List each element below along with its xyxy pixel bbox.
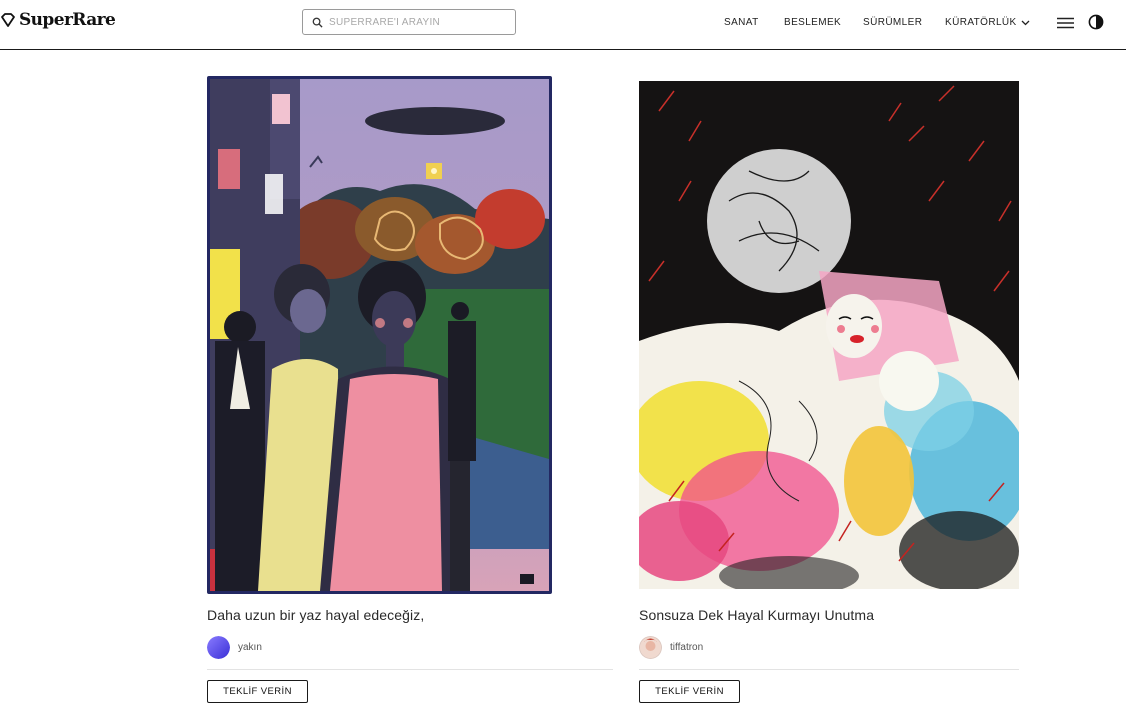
make-offer-button-2[interactable]: TEKLİF VERİN	[639, 680, 740, 703]
logo-text: SuperRare	[19, 10, 116, 30]
search-icon	[312, 17, 323, 28]
nav-feed[interactable]: BESLEMEK	[784, 17, 841, 28]
search-box[interactable]	[302, 9, 516, 35]
superrare-logo[interactable]: SuperRare	[0, 10, 116, 30]
nav-curation[interactable]: KÜRATÖRLÜK	[945, 17, 1030, 28]
card-divider-1	[207, 669, 613, 670]
theme-toggle-button[interactable]	[1088, 14, 1104, 35]
nav-releases-label: SÜRÜMLER	[863, 17, 923, 28]
nav-art[interactable]: SANAT	[724, 17, 759, 28]
top-navigation-bar: SuperRare SANAT BESLEMEK SÜRÜMLER KÜRATÖ…	[0, 0, 1126, 50]
hamburger-menu-icon	[1057, 17, 1074, 29]
artwork-illustration-summer	[210, 79, 549, 591]
creator-link-1[interactable]: yakın	[207, 636, 262, 659]
creator-link-2[interactable]: tiffatron	[639, 636, 703, 659]
artwork-illustration-dream	[639, 81, 1019, 589]
artwork-title-1[interactable]: Daha uzun bir yaz hayal edeceğiz,	[207, 607, 424, 623]
make-offer-button-1[interactable]: TEKLİF VERİN	[207, 680, 308, 703]
card-divider-2	[639, 669, 1019, 670]
nav-feed-label: BESLEMEK	[784, 17, 842, 28]
diamond-heart-icon	[1, 13, 15, 27]
chevron-down-icon	[1021, 20, 1030, 25]
creator-name-2: tiffatron	[670, 642, 704, 653]
artwork-title-2[interactable]: Sonsuza Dek Hayal Kurmayı Unutma	[639, 607, 874, 623]
nav-curation-label: KÜRATÖRLÜK	[945, 17, 1017, 28]
menu-button[interactable]	[1057, 16, 1074, 34]
nav-releases[interactable]: SÜRÜMLER	[863, 17, 922, 28]
artwork-image-never-forget[interactable]	[639, 81, 1019, 589]
creator-avatar-1	[207, 636, 230, 659]
creator-name-1: yakın	[238, 642, 262, 653]
search-input[interactable]	[329, 16, 504, 28]
creator-avatar-2	[639, 636, 662, 659]
artwork-image-summer-dream[interactable]	[207, 76, 552, 594]
nav-art-label: SANAT	[724, 17, 759, 28]
contrast-toggle-icon	[1088, 14, 1104, 30]
